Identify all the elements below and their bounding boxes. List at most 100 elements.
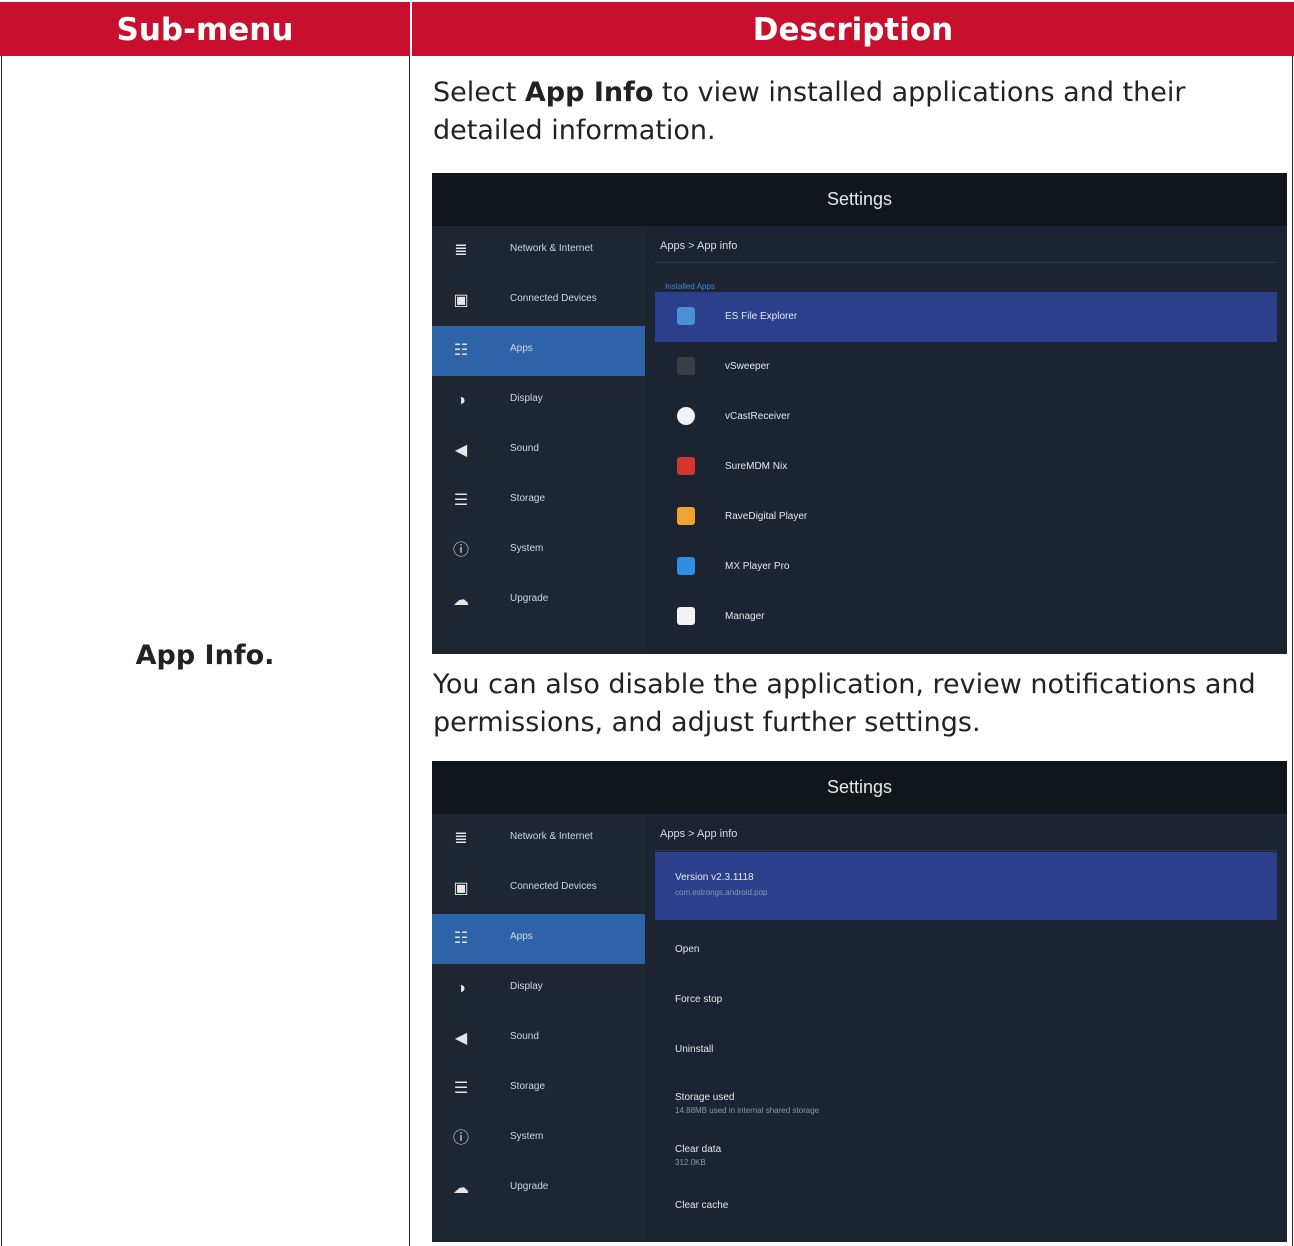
breadcrumb-divider bbox=[655, 850, 1277, 851]
sidebar-item-display[interactable]: ◑ Display bbox=[432, 376, 645, 426]
sidebar-item-label: System bbox=[510, 543, 544, 554]
sidebar-item-apps[interactable]: ☷ Apps bbox=[432, 914, 645, 964]
sidebar-item-label: Display bbox=[510, 981, 543, 992]
system-icon: ⓘ bbox=[452, 1130, 469, 1147]
breadcrumb: Apps > App info bbox=[660, 828, 738, 840]
option-sublabel: com.estrongs.android.pop bbox=[675, 888, 768, 897]
app-row-vsweeper[interactable]: vSweeper bbox=[655, 342, 1277, 392]
es-file-explorer-icon bbox=[677, 307, 695, 325]
settings-sidebar: ≣ Network & Internet ▣ Connected Devices ☷… bbox=[432, 814, 645, 1242]
app-label: RaveDigital Player bbox=[725, 511, 808, 522]
sidebar-item-apps[interactable]: ☷ Apps bbox=[432, 326, 645, 376]
app-row-vcastreceiver[interactable]: vCastReceiver bbox=[655, 392, 1277, 442]
option-clear-cache[interactable]: Clear cache bbox=[655, 1174, 1277, 1224]
description-paragraph-1: Select App Info to view installed applic… bbox=[433, 74, 1283, 150]
sidebar-item-storage[interactable]: ☰ Storage bbox=[432, 476, 645, 526]
manager-icon bbox=[677, 607, 695, 625]
app-row-manager[interactable]: Manager bbox=[655, 592, 1277, 642]
app-label: MX Player Pro bbox=[725, 561, 790, 572]
sidebar-item-network[interactable]: ≣ Network & Internet bbox=[432, 814, 645, 864]
settings-main-panel: Apps > App info Installed Apps ES File E… bbox=[645, 226, 1287, 654]
option-label: Clear cache bbox=[675, 1200, 729, 1211]
speaker-icon: ◀ bbox=[454, 442, 468, 459]
wifi-icon: ≣ bbox=[454, 242, 468, 259]
wifi-icon: ≣ bbox=[454, 830, 468, 847]
storage-icon: ☰ bbox=[453, 492, 469, 509]
settings-screenshot-apps-list: Settings ≣ Network & Internet ▣ Connected … bbox=[432, 173, 1287, 654]
document-table: Sub-menu Description App Info. Select Ap… bbox=[0, 0, 1294, 1246]
breadcrumb: Apps > App info bbox=[660, 240, 738, 252]
option-label: Uninstall bbox=[675, 1044, 714, 1055]
vcast-receiver-icon bbox=[677, 407, 695, 425]
option-storage-used[interactable]: Storage used 14.88MB used in internal sha… bbox=[655, 1074, 1277, 1124]
mx-player-icon bbox=[677, 557, 695, 575]
sidebar-item-label: Network & Internet bbox=[510, 831, 593, 842]
settings-main-panel: Apps > App info Version v2.3.1118 com.est… bbox=[645, 814, 1287, 1242]
suremdm-icon bbox=[677, 457, 695, 475]
apps-grid-icon: ☷ bbox=[453, 930, 469, 947]
para1-bold-term: App Info bbox=[524, 77, 654, 108]
breadcrumb-divider bbox=[655, 262, 1277, 263]
devices-icon: ▣ bbox=[453, 880, 469, 897]
sidebar-item-upgrade[interactable]: ☁ Upgrade bbox=[432, 576, 645, 626]
settings-sidebar: ≣ Network & Internet ▣ Connected Devices ☷… bbox=[432, 226, 645, 654]
apps-grid-icon: ☷ bbox=[453, 342, 469, 359]
app-row-es-file-explorer[interactable]: ES File Explorer bbox=[655, 292, 1277, 342]
sidebar-item-label: Storage bbox=[510, 1081, 546, 1092]
app-row-ravedigital[interactable]: RaveDigital Player bbox=[655, 492, 1277, 542]
sidebar-item-network[interactable]: ≣ Network & Internet bbox=[432, 226, 645, 276]
header-description: Description bbox=[410, 2, 1294, 58]
display-icon: ◑ bbox=[456, 392, 466, 409]
storage-icon: ☰ bbox=[453, 1080, 469, 1097]
installed-apps-heading: Installed Apps bbox=[665, 282, 715, 291]
option-label: Force stop bbox=[675, 994, 723, 1005]
app-row-mx-player[interactable]: MX Player Pro bbox=[655, 542, 1277, 592]
sidebar-item-sound[interactable]: ◀ Sound bbox=[432, 1014, 645, 1064]
option-uninstall[interactable]: Uninstall bbox=[655, 1024, 1277, 1074]
sidebar-item-connected-devices[interactable]: ▣ Connected Devices bbox=[432, 276, 645, 326]
app-label: ES File Explorer bbox=[725, 311, 798, 322]
devices-icon: ▣ bbox=[453, 292, 469, 309]
sidebar-item-system[interactable]: ⓘ System bbox=[432, 1114, 645, 1164]
sidebar-item-storage[interactable]: ☰ Storage bbox=[432, 1064, 645, 1114]
option-open[interactable]: Open bbox=[655, 924, 1277, 974]
header-submenu: Sub-menu bbox=[116, 12, 294, 48]
table-border-right bbox=[1292, 56, 1293, 1246]
submenu-name: App Info. bbox=[135, 640, 275, 671]
option-version[interactable]: Version v2.3.1118 com.estrongs.android.po… bbox=[655, 852, 1277, 920]
cloud-upload-icon: ☁ bbox=[453, 592, 469, 609]
sidebar-item-label: Network & Internet bbox=[510, 243, 593, 254]
description-paragraph-2: You can also disable the application, re… bbox=[433, 669, 1256, 738]
sidebar-item-sound[interactable]: ◀ Sound bbox=[432, 426, 645, 476]
option-label: Version v2.3.1118 bbox=[675, 872, 754, 883]
app-label: Manager bbox=[725, 611, 765, 622]
option-clear-data[interactable]: Clear data 312.0KB bbox=[655, 1124, 1277, 1174]
table-header-row: Sub-menu Description bbox=[0, 0, 1294, 58]
option-label: Storage used bbox=[675, 1092, 735, 1103]
vsweeper-icon bbox=[677, 357, 695, 375]
sidebar-item-connected-devices[interactable]: ▣ Connected Devices bbox=[432, 864, 645, 914]
sidebar-item-upgrade[interactable]: ☁ Upgrade bbox=[432, 1164, 645, 1214]
sidebar-item-label: Display bbox=[510, 393, 543, 404]
option-force-stop[interactable]: Force stop bbox=[655, 974, 1277, 1024]
sidebar-item-label: Connected Devices bbox=[510, 881, 597, 892]
sidebar-item-label: Storage bbox=[510, 493, 546, 504]
option-label: Open bbox=[675, 944, 700, 955]
app-label: SureMDM Nix bbox=[725, 461, 788, 472]
sidebar-item-display[interactable]: ◑ Display bbox=[432, 964, 645, 1014]
sidebar-item-label: System bbox=[510, 1131, 544, 1142]
app-label: vCastReceiver bbox=[725, 411, 791, 422]
settings-title: Settings bbox=[432, 761, 1287, 814]
settings-screenshot-app-info: Settings ≣ Network & Internet ▣ Connected … bbox=[432, 761, 1287, 1242]
display-icon: ◑ bbox=[456, 980, 466, 997]
app-row-suremdm[interactable]: SureMDM Nix bbox=[655, 442, 1277, 492]
system-icon: ⓘ bbox=[452, 542, 469, 559]
ravedigital-icon bbox=[677, 507, 695, 525]
option-sublabel: 312.0KB bbox=[675, 1158, 706, 1167]
app-label: vSweeper bbox=[725, 361, 770, 372]
sidebar-item-system[interactable]: ⓘ System bbox=[432, 526, 645, 576]
sidebar-item-label: Connected Devices bbox=[510, 293, 597, 304]
sidebar-item-label: Upgrade bbox=[510, 1181, 549, 1192]
sidebar-item-label: Apps bbox=[510, 343, 533, 354]
speaker-icon: ◀ bbox=[454, 1030, 468, 1047]
